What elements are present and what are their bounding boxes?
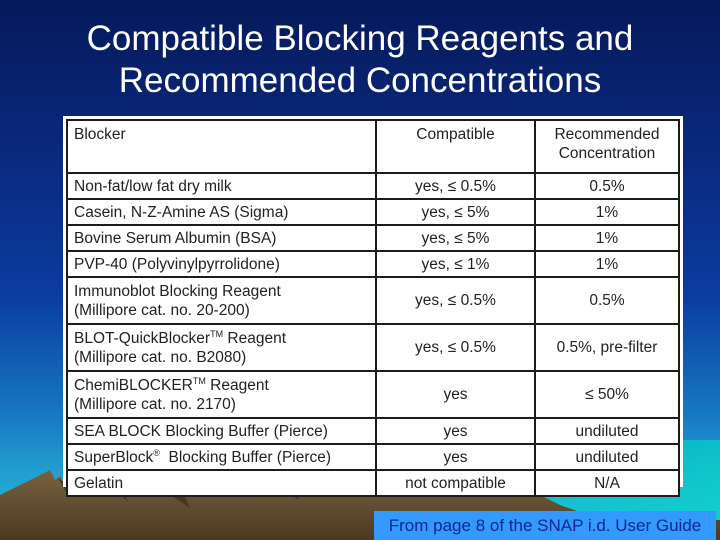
table-row: Non-fat/low fat dry milk yes, ≤ 0.5% 0.5% xyxy=(66,172,680,200)
cell-recommended: N/A xyxy=(534,469,680,497)
blocker-name: Non-fat/low fat dry milk xyxy=(74,177,369,196)
header-recommended: Recommended Concentration xyxy=(534,119,680,174)
cell-compatible: yes, ≤ 0.5% xyxy=(375,323,536,372)
blocker-catalog-number: (Millipore cat. no. 20-200) xyxy=(74,301,250,319)
blocker-name: Casein, N-Z-Amine AS (Sigma) xyxy=(74,203,369,222)
blocker-name-suffix: Blocking Buffer (Pierce) xyxy=(159,448,332,466)
cell-compatible: yes, ≤ 5% xyxy=(375,198,536,226)
cell-compatible: yes, ≤ 1% xyxy=(375,250,536,278)
table-row: BLOT-QuickBlockerTM Reagent (Millipore ca… xyxy=(66,323,680,372)
blocker-name-text: SEA BLOCK Blocking Buffer (Pierce) xyxy=(74,422,328,440)
cell-blocker: ChemiBLOCKERTM Reagent (Millipore cat. no… xyxy=(66,370,377,419)
cell-compatible: yes, ≤ 0.5% xyxy=(375,276,536,325)
table-row: Casein, N-Z-Amine AS (Sigma) yes, ≤ 5% 1% xyxy=(66,198,680,226)
cell-compatible: yes, ≤ 0.5% xyxy=(375,172,536,200)
blocker-name-suffix: Reagent xyxy=(205,376,269,394)
blocker-name-text: SuperBlock xyxy=(74,448,154,466)
blocker-catalog-number: (Millipore cat. no. 2170) xyxy=(74,395,236,413)
cell-recommended: 0.5%, pre-filter xyxy=(534,323,680,372)
cell-compatible: yes, ≤ 5% xyxy=(375,224,536,252)
blocker-name: BLOT-QuickBlockerTM Reagent xyxy=(74,329,369,348)
blocker-name: PVP-40 (Polyvinylpyrrolidone) xyxy=(74,255,369,274)
cell-blocker: BLOT-QuickBlockerTM Reagent (Millipore ca… xyxy=(66,323,377,372)
header-blocker: Blocker xyxy=(66,119,377,174)
trademark-mark: ® xyxy=(153,447,160,458)
cell-compatible: yes xyxy=(375,370,536,419)
blocker-name-text: Gelatin xyxy=(74,474,124,492)
blocker-name: ChemiBLOCKERTM Reagent xyxy=(74,376,369,395)
table-row: Immunoblot Blocking Reagent (Millipore ca… xyxy=(66,276,680,325)
cell-blocker: SuperBlock® Blocking Buffer (Pierce) xyxy=(66,443,377,471)
trademark-mark: TM xyxy=(192,375,206,386)
blocker-name-suffix: Reagent xyxy=(223,329,287,347)
cell-recommended: undiluted xyxy=(534,443,680,471)
blocker-name: Bovine Serum Albumin (BSA) xyxy=(74,229,369,248)
cell-recommended: undiluted xyxy=(534,417,680,445)
cell-blocker: Gelatin xyxy=(66,469,377,497)
header-recommended-line1: Recommended xyxy=(554,126,660,143)
header-compatible: Compatible xyxy=(375,119,536,174)
cell-blocker: Immunoblot Blocking Reagent (Millipore ca… xyxy=(66,276,377,325)
blocker-name: Gelatin xyxy=(74,474,369,493)
cell-recommended: 1% xyxy=(534,224,680,252)
title-line-1: Compatible Blocking Reagents and xyxy=(86,19,634,58)
blocker-name: SEA BLOCK Blocking Buffer (Pierce) xyxy=(74,422,369,441)
blocker-name-text: Immunoblot Blocking Reagent xyxy=(74,282,281,300)
cell-recommended: 0.5% xyxy=(534,172,680,200)
cell-compatible: yes xyxy=(375,443,536,471)
cell-blocker: Casein, N-Z-Amine AS (Sigma) xyxy=(66,198,377,226)
blocker-catalog-number: (Millipore cat. no. B2080) xyxy=(74,348,247,366)
blocker-name-text: Non-fat/low fat dry milk xyxy=(74,177,232,195)
title-line-2: Recommended Concentrations xyxy=(118,61,602,100)
blocking-reagents-table: Blocker Compatible Recommended Concentra… xyxy=(66,119,680,497)
cell-recommended: ≤ 50% xyxy=(534,370,680,419)
blocker-name-text: BLOT-QuickBlocker xyxy=(74,329,211,347)
cell-blocker: Bovine Serum Albumin (BSA) xyxy=(66,224,377,252)
table-frame: Blocker Compatible Recommended Concentra… xyxy=(63,116,683,497)
cell-compatible: yes xyxy=(375,417,536,445)
cell-recommended: 0.5% xyxy=(534,276,680,325)
blocker-name: Immunoblot Blocking Reagent xyxy=(74,282,369,301)
table-row: Bovine Serum Albumin (BSA) yes, ≤ 5% 1% xyxy=(66,224,680,252)
trademark-mark: TM xyxy=(210,328,224,339)
cell-blocker: Non-fat/low fat dry milk xyxy=(66,172,377,200)
table-row: Gelatin not compatible N/A xyxy=(66,469,680,497)
cell-blocker: SEA BLOCK Blocking Buffer (Pierce) xyxy=(66,417,377,445)
cell-recommended: 1% xyxy=(534,250,680,278)
cell-blocker: PVP-40 (Polyvinylpyrrolidone) xyxy=(66,250,377,278)
blocker-name-text: ChemiBLOCKER xyxy=(74,376,193,394)
table-row: SEA BLOCK Blocking Buffer (Pierce) yes und… xyxy=(66,417,680,445)
source-caption: From page 8 of the SNAP i.d. User Guide xyxy=(374,511,716,540)
blocker-name: SuperBlock® Blocking Buffer (Pierce) xyxy=(74,448,369,467)
table-row: ChemiBLOCKERTM Reagent (Millipore cat. no… xyxy=(66,370,680,419)
table-header-row: Blocker Compatible Recommended Concentra… xyxy=(66,119,680,174)
table-row: PVP-40 (Polyvinylpyrrolidone) yes, ≤ 1% 1% xyxy=(66,250,680,278)
cell-compatible: not compatible xyxy=(375,469,536,497)
table-row: SuperBlock® Blocking Buffer (Pierce) yes u… xyxy=(66,443,680,471)
cell-recommended: 1% xyxy=(534,198,680,226)
header-recommended-line2: Concentration xyxy=(558,145,656,162)
blocker-name-text: PVP-40 (Polyvinylpyrrolidone) xyxy=(74,255,280,273)
slide-title: Compatible Blocking Reagents and Recomme… xyxy=(0,18,720,102)
blocker-name-text: Casein, N-Z-Amine AS (Sigma) xyxy=(74,203,289,221)
blocker-name-text: Bovine Serum Albumin (BSA) xyxy=(74,229,277,247)
